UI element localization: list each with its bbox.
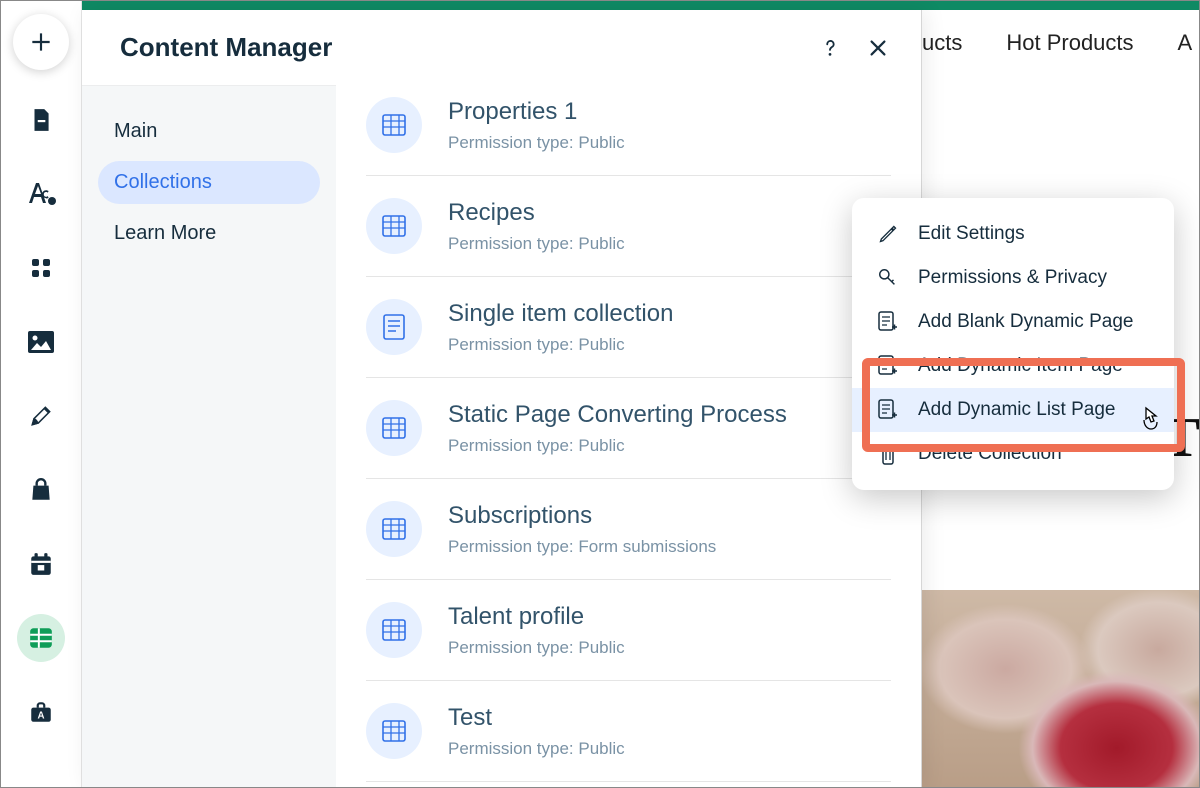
ctx-label: Permissions & Privacy (918, 267, 1107, 289)
ctx-add-item-page[interactable]: Add Dynamic Item Page (852, 344, 1174, 388)
nav-item[interactable]: ucts (922, 30, 962, 56)
collection-name: Static Page Converting Process (448, 400, 787, 430)
collection-row[interactable]: Static Page Converting Process Permissio… (366, 378, 891, 479)
site-nav: ucts Hot Products A (922, 30, 1200, 56)
panel-title: Content Manager (120, 32, 332, 63)
briefcase-icon: A (28, 699, 54, 725)
collection-name: Single item collection (448, 299, 673, 329)
collections-list: Properties 1 Permission type: Public Rec… (336, 85, 921, 787)
ctx-delete-collection[interactable]: Delete Collection (852, 432, 1174, 476)
bag-icon (28, 477, 54, 503)
content-manager-tool[interactable] (17, 614, 65, 662)
table-icon (366, 501, 422, 557)
page-icon (28, 107, 54, 133)
left-toolbar: A (0, 0, 82, 788)
collection-permission: Permission type: Public (448, 335, 673, 355)
text-tool[interactable] (17, 170, 65, 218)
collection-permission: Permission type: Public (448, 133, 625, 153)
collection-name: Properties 1 (448, 97, 625, 127)
sidebar-item-main[interactable]: Main (98, 110, 320, 153)
ctx-permissions[interactable]: Permissions & Privacy (852, 256, 1174, 300)
collection-row[interactable]: Subscriptions Permission type: Form subm… (366, 479, 891, 580)
help-button[interactable] (819, 36, 841, 60)
key-icon (876, 266, 900, 290)
apps-tool[interactable] (17, 244, 65, 292)
panel-header: Content Manager (82, 10, 921, 85)
content-manager-panel: Content Manager Main Collections Learn M… (82, 10, 922, 787)
collection-row[interactable]: Test Permission type: Public (366, 681, 891, 782)
ctx-label: Add Dynamic List Page (918, 399, 1116, 421)
pen-icon (28, 403, 54, 429)
collection-name: Talent profile (448, 602, 625, 632)
business-tool[interactable]: A (17, 688, 65, 736)
close-icon (867, 37, 889, 59)
collection-row[interactable]: Properties 1 Permission type: Public (366, 85, 891, 176)
top-accent-bar (82, 0, 1200, 10)
close-button[interactable] (867, 37, 889, 59)
site-image (922, 590, 1200, 787)
store-tool[interactable] (17, 466, 65, 514)
svg-text:A: A (37, 711, 44, 722)
ctx-add-blank-page[interactable]: Add Blank Dynamic Page (852, 300, 1174, 344)
ctx-add-list-page[interactable]: Add Dynamic List Page (852, 388, 1174, 432)
ctx-label: Add Dynamic Item Page (918, 355, 1123, 377)
collection-permission: Permission type: Public (448, 234, 625, 254)
collection-permission: Permission type: Public (448, 739, 625, 759)
page-plus-icon (876, 354, 900, 378)
collection-context-menu: Edit Settings Permissions & Privacy Add … (852, 198, 1174, 490)
bookings-tool[interactable] (17, 540, 65, 588)
text-icon (26, 181, 56, 207)
plus-icon (28, 29, 54, 55)
pages-tool[interactable] (17, 96, 65, 144)
nav-item[interactable]: Hot Products (1006, 30, 1133, 56)
ctx-label: Delete Collection (918, 443, 1062, 465)
add-button[interactable] (13, 14, 69, 70)
collection-row[interactable]: Single item collection Permission type: … (366, 277, 891, 378)
pencil-icon (876, 222, 900, 246)
ctx-edit-settings[interactable]: Edit Settings (852, 212, 1174, 256)
image-icon (27, 330, 55, 354)
help-icon (819, 36, 841, 60)
sidebar-item-learn-more[interactable]: Learn More (98, 212, 320, 255)
grid-icon (29, 256, 53, 280)
table-icon (366, 703, 422, 759)
blog-tool[interactable] (17, 392, 65, 440)
table-icon (366, 198, 422, 254)
collection-name: Test (448, 703, 625, 733)
collection-row[interactable]: Recipes Permission type: Public (366, 176, 891, 277)
page-plus-icon (876, 398, 900, 422)
collection-permission: Permission type: Public (448, 638, 625, 658)
collection-name: Recipes (448, 198, 625, 228)
trash-icon (876, 442, 900, 466)
doc-icon (366, 299, 422, 355)
page-plus-icon (876, 310, 900, 334)
collection-permission: Permission type: Form submissions (448, 537, 716, 557)
nav-item[interactable]: A (1178, 30, 1193, 56)
sidebar-item-collections[interactable]: Collections (98, 161, 320, 204)
collection-name: Subscriptions (448, 501, 716, 531)
ctx-label: Edit Settings (918, 223, 1025, 245)
collection-row[interactable]: Talent profile Permission type: Public (366, 580, 891, 681)
ctx-label: Add Blank Dynamic Page (918, 311, 1133, 333)
table-icon (366, 602, 422, 658)
calendar-icon (28, 551, 54, 577)
collection-permission: Permission type: Public (448, 436, 787, 456)
media-tool[interactable] (17, 318, 65, 366)
table-icon (28, 625, 54, 651)
table-icon (366, 97, 422, 153)
table-icon (366, 400, 422, 456)
panel-sidebar: Main Collections Learn More (82, 85, 336, 787)
